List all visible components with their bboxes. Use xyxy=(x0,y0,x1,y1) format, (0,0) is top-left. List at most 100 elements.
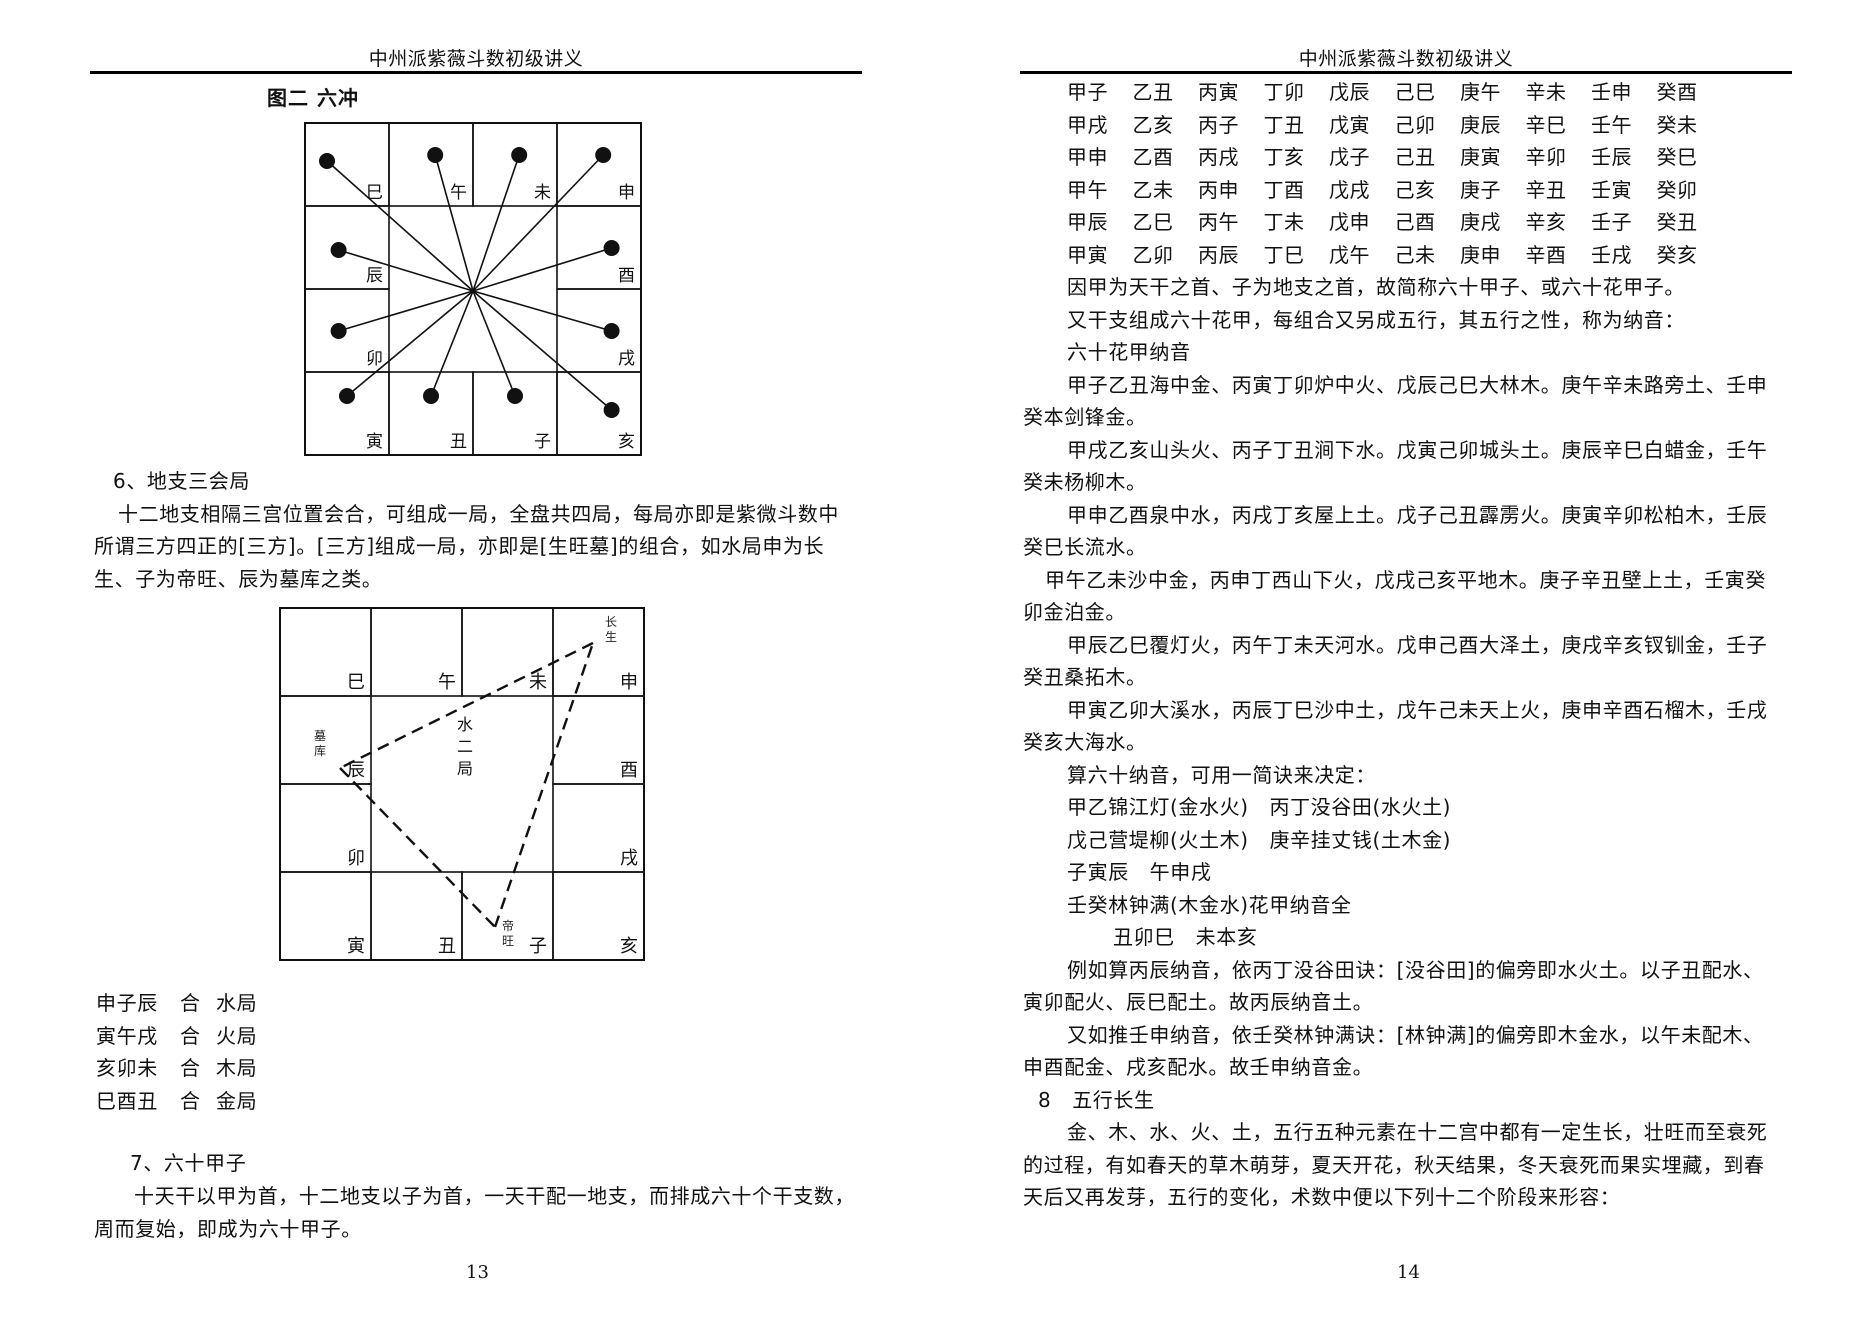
table-cell: 乙巳 xyxy=(1132,210,1174,234)
table-cell: 壬寅 xyxy=(1591,177,1632,202)
branch-label: 酉 xyxy=(620,760,638,781)
paragraph-line: 所谓三方四正的[三方]。[三方]组成一局，亦即是[生旺墓]的组合，如水局申为长 xyxy=(94,534,825,558)
table-cell: 乙亥 xyxy=(1132,112,1174,137)
branch-dot xyxy=(427,147,444,163)
paragraph-line: 甲乙锦江灯(金水火) 丙丁没谷田(水火土) xyxy=(1067,795,1452,819)
sanhe-water-diagram: 巳午未申酉戌亥子丑寅卯辰长生墓库帝旺水二局 xyxy=(279,607,645,961)
paragraph-line: 甲寅乙卯大溪水，丙辰丁巳沙中土，戊午己未天上火，庚申辛酉石榴木，壬戌 xyxy=(1067,697,1768,722)
combination-result: 木局 xyxy=(216,1056,258,1080)
branch-label: 酉 xyxy=(618,266,635,286)
center-label: 水 xyxy=(457,715,473,734)
paragraph-line: 十二地支相隔三宫位置会合，可组成一局，全盘共四局，每局亦即是紫微斗数中 xyxy=(118,502,839,526)
table-cell: 己丑 xyxy=(1394,145,1436,169)
paragraph-line: 甲子乙丑海中金、丙寅丁卯炉中火、戊辰己巳大林木。庚午辛未路旁土、壬申 xyxy=(1067,372,1768,397)
paragraph-line: 例如算丙辰纳音，依丙丁没谷田诀：[没谷田]的偏旁即水火土。以子丑配水、 xyxy=(1067,957,1764,982)
table-cell: 甲午 xyxy=(1067,177,1108,202)
paragraph-line: 子寅辰 午申戌 xyxy=(1067,860,1212,884)
running-head: 中州派紫薇斗数初级讲义 xyxy=(368,48,584,70)
paragraph-line: 癸丑桑拓木。 xyxy=(1023,665,1147,689)
table-cell: 丁丑 xyxy=(1263,112,1305,137)
section-heading: 6、地支三会局 xyxy=(113,469,250,493)
branch-dot xyxy=(511,147,528,163)
opposition-line xyxy=(472,290,613,411)
paragraph-line: 生、子为帝旺、辰为墓库之类。 xyxy=(94,567,383,591)
paragraph-line: 寅卯配火、辰巳配土。故丙辰纳音土。 xyxy=(1023,990,1374,1014)
branch-label: 亥 xyxy=(620,936,638,957)
branch-label: 未 xyxy=(529,672,547,693)
table-cell: 丙戌 xyxy=(1198,145,1239,169)
table-cell: 庚申 xyxy=(1460,242,1501,267)
table-cell: 甲申 xyxy=(1067,145,1108,169)
branch-label: 丑 xyxy=(450,432,467,452)
table-cell: 甲寅 xyxy=(1067,242,1108,267)
paragraph-line: 周而复始，即成为六十甲子。 xyxy=(94,1217,362,1241)
table-cell: 丙子 xyxy=(1198,112,1239,137)
branch-label: 午 xyxy=(438,672,456,693)
branch-dot xyxy=(319,153,335,169)
branch-label: 卯 xyxy=(347,848,365,869)
paragraph-line: 丑卯巳 未本亥 xyxy=(1113,925,1258,949)
table-cell: 戊寅 xyxy=(1329,112,1370,137)
header-rule xyxy=(90,71,862,74)
paragraph-line: 壬癸林钟满(木金水)花甲纳音全 xyxy=(1067,892,1352,917)
branch-dot xyxy=(595,147,612,163)
annotation-diwang: 帝 xyxy=(502,918,514,933)
paragraph-line: 天后又再发芽，五行的变化，术数中便以下列十二个阶段来形容： xyxy=(1023,1185,1621,1209)
table-cell: 癸未 xyxy=(1656,112,1698,137)
combination-branches: 寅午戌 xyxy=(96,1023,158,1048)
table-cell: 辛卯 xyxy=(1525,145,1567,169)
opposition-line xyxy=(472,290,516,397)
combination-result: 水局 xyxy=(216,991,258,1015)
table-cell: 丁亥 xyxy=(1263,145,1305,169)
table-cell: 己巳 xyxy=(1394,80,1436,104)
combination-he: 合 xyxy=(180,1056,201,1080)
branch-dot xyxy=(330,323,347,339)
table-cell: 辛酉 xyxy=(1525,242,1567,267)
branch-label: 戌 xyxy=(618,349,635,369)
paragraph-line: 癸巳长流水。 xyxy=(1023,535,1147,559)
paragraph-line: 又干支组成六十花甲，每组合又另成五行，其五行之性，称为纳音： xyxy=(1067,307,1685,332)
branch-label: 申 xyxy=(620,672,638,693)
table-cell: 癸亥 xyxy=(1656,242,1698,267)
opposition-line xyxy=(430,290,474,397)
branch-dot xyxy=(507,388,523,404)
opposition-line xyxy=(472,290,612,332)
branch-label: 寅 xyxy=(366,432,383,452)
paragraph-line: 因甲为天干之首、子为地支之首，故简称六十甲子、或六十花甲子。 xyxy=(1067,275,1685,299)
opposition-line xyxy=(338,249,474,292)
table-cell: 己卯 xyxy=(1394,112,1436,137)
combination-result: 火局 xyxy=(216,1023,258,1048)
combination-result: 金局 xyxy=(216,1088,258,1113)
branch-label: 申 xyxy=(618,183,635,203)
section-heading: 7、六十甲子 xyxy=(130,1151,247,1175)
table-cell: 戊辰 xyxy=(1329,80,1370,104)
table-cell: 戊戌 xyxy=(1329,177,1370,202)
table-cell: 辛未 xyxy=(1525,80,1567,104)
page-right: 中州派紫薇斗数初级讲义 甲子 乙丑 丙寅 丁卯 戊辰 己巳 庚午 辛未 壬申 癸酉 甲戌 乙亥 丙子 丁丑… xyxy=(935,0,1871,1323)
table-cell: 壬申 xyxy=(1591,80,1632,104)
table-cell: 癸酉 xyxy=(1656,80,1698,104)
table-cell: 庚戌 xyxy=(1460,210,1501,234)
paragraph-line: 癸亥大海水。 xyxy=(1023,730,1147,754)
combination-he: 合 xyxy=(180,991,201,1015)
table-cell: 丙寅 xyxy=(1198,80,1239,104)
paragraph-line: 癸本剑锋金。 xyxy=(1023,405,1147,429)
table-cell: 丁酉 xyxy=(1263,177,1305,202)
table-cell: 庚寅 xyxy=(1460,145,1501,169)
branch-label: 辰 xyxy=(366,266,383,286)
table-cell: 壬戌 xyxy=(1591,242,1632,267)
table-cell: 癸丑 xyxy=(1656,210,1698,234)
combination-branches: 申子辰 xyxy=(96,991,158,1015)
page-left: 中州派紫薇斗数初级讲义 图二 六冲 巳午未申酉戌亥子丑寅卯辰 6、地支三会局 十… xyxy=(0,0,935,1323)
table-cell: 乙未 xyxy=(1132,177,1174,202)
table-cell: 庚辰 xyxy=(1460,112,1501,137)
paragraph-line: 十天干以甲为首，十二地支以子为首，一天干配一地支，而排成六十个干支数， xyxy=(134,1184,855,1208)
table-cell: 庚子 xyxy=(1460,177,1501,202)
table-cell: 丁未 xyxy=(1263,210,1305,234)
combination-he: 合 xyxy=(180,1088,201,1113)
paragraph-line: 算六十纳音，可用一简诀来决定： xyxy=(1067,762,1376,787)
center-label: 二 xyxy=(457,737,473,756)
paragraph-line: 卯金泊金。 xyxy=(1023,600,1126,624)
branch-dot xyxy=(330,242,347,258)
paragraph-line: 的过程，有如春天的草木萌芽，夏天开花，秋天结果，冬天衰死而果实埋藏，到春 xyxy=(1023,1152,1765,1177)
